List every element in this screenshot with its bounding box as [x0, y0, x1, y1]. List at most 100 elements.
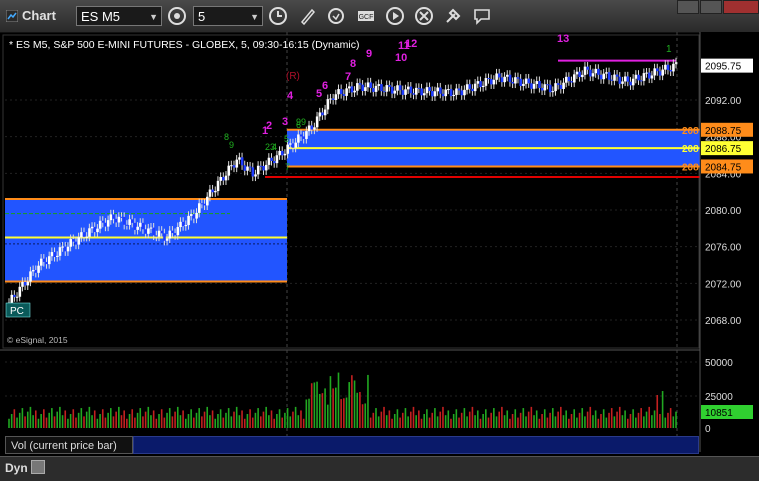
- volume-bar: [251, 417, 254, 428]
- candle-body: [334, 94, 338, 100]
- td-count-label: 12: [405, 38, 417, 50]
- volume-bar: [369, 417, 372, 428]
- volume-bar: [535, 410, 538, 428]
- volume-bar: [281, 417, 284, 428]
- chevron-down-icon[interactable]: ▼: [149, 7, 158, 27]
- candle-body: [122, 216, 126, 225]
- candle-body: [669, 69, 673, 72]
- volume-bar: [69, 414, 72, 428]
- volume-bar: [85, 411, 88, 428]
- volume-scrollbar[interactable]: [133, 436, 699, 454]
- candle-body: [88, 228, 91, 237]
- volume-bar: [273, 418, 275, 428]
- candle-body: [441, 93, 445, 97]
- volume-tick-label: 0: [705, 424, 711, 435]
- volume-bar: [268, 415, 270, 428]
- candle-body: [179, 221, 182, 228]
- volume-bar: [289, 416, 292, 428]
- candle-body: [66, 246, 70, 252]
- candle-body: [15, 296, 19, 298]
- lock-icon[interactable]: [167, 6, 187, 26]
- volume-bar: [112, 416, 115, 428]
- symbol-input[interactable]: ES M5 ▼: [76, 6, 162, 26]
- interval-input[interactable]: 5 ▼: [193, 6, 263, 26]
- candle-body: [29, 271, 32, 282]
- candle-body: [72, 239, 75, 242]
- candle-body: [117, 216, 121, 223]
- volume-bar: [227, 408, 230, 428]
- x-circle-icon[interactable]: [414, 6, 434, 26]
- volume-bar: [356, 392, 359, 428]
- candle-body: [90, 226, 94, 229]
- candle-body: [398, 85, 402, 91]
- volume-bar: [67, 418, 69, 428]
- level-tag-label: 208: [682, 126, 699, 137]
- candle-body: [31, 270, 35, 272]
- volume-bar: [546, 417, 549, 428]
- comment-icon[interactable]: [472, 6, 492, 26]
- volume-bar: [578, 412, 581, 428]
- candle-body: [409, 86, 413, 94]
- pencil-icon[interactable]: [298, 6, 318, 26]
- close-button[interactable]: [723, 0, 759, 14]
- volume-bar: [155, 418, 158, 428]
- maximize-button[interactable]: [700, 0, 722, 14]
- chart-app-icon: [6, 10, 18, 22]
- candle-body: [610, 79, 614, 81]
- volume-bar: [101, 409, 104, 428]
- volume-bar: [380, 411, 383, 428]
- gcf-icon[interactable]: GCF: [356, 6, 376, 26]
- candle-body: [230, 165, 233, 167]
- volume-bar: [80, 408, 83, 428]
- candle-body: [283, 153, 287, 156]
- volume-bar: [584, 416, 586, 428]
- volume-bar: [88, 406, 91, 428]
- price-tag-label: 2086.75: [705, 144, 742, 155]
- candle-body: [594, 68, 598, 74]
- refresh-icon[interactable]: [326, 6, 346, 26]
- candle-body: [546, 84, 549, 86]
- candle-body: [658, 71, 662, 76]
- candle-body: [645, 72, 648, 74]
- volume-bar: [99, 414, 101, 428]
- volume-bar: [391, 418, 393, 428]
- candle-body: [639, 80, 643, 82]
- volume-bar: [385, 415, 388, 428]
- level-tag-label: 208: [682, 144, 699, 155]
- candle-body: [522, 83, 525, 86]
- volume-bar: [166, 412, 168, 428]
- volume-bar: [471, 406, 474, 428]
- chevron-down-icon[interactable]: ▼: [250, 7, 259, 27]
- candle-body: [136, 226, 139, 230]
- volume-bar: [335, 387, 337, 428]
- play-icon[interactable]: [385, 6, 405, 26]
- volume-bar: [139, 408, 142, 428]
- volume-bar: [444, 415, 447, 428]
- candle-body: [326, 99, 330, 110]
- candle-body: [262, 165, 265, 171]
- candle-body: [139, 222, 142, 227]
- candle-body: [455, 88, 458, 95]
- volume-bar: [332, 388, 334, 428]
- level-tag-label: 208: [682, 162, 699, 173]
- candle-body: [642, 73, 646, 81]
- volume-bar: [193, 417, 195, 428]
- volume-bar: [460, 412, 463, 428]
- volume-bar: [51, 408, 53, 428]
- volume-bar: [26, 411, 29, 428]
- candle-body: [315, 116, 319, 128]
- clock-icon[interactable]: [268, 6, 288, 26]
- td-small-label: 5: [284, 134, 289, 144]
- candle-body: [656, 68, 659, 72]
- tools-icon[interactable]: [443, 6, 463, 26]
- candle-body: [543, 84, 547, 91]
- volume-bar: [621, 415, 624, 428]
- settings-icon[interactable]: [31, 460, 45, 474]
- volume-bar: [29, 406, 32, 428]
- candle-body: [471, 88, 474, 92]
- candle-body: [597, 68, 600, 75]
- price-chart[interactable]: 12 34 56789 101112 13(R)189 234567992092.0020…: [0, 32, 759, 480]
- candle-body: [259, 165, 263, 167]
- minimize-button[interactable]: [677, 0, 699, 14]
- candle-body: [93, 226, 97, 233]
